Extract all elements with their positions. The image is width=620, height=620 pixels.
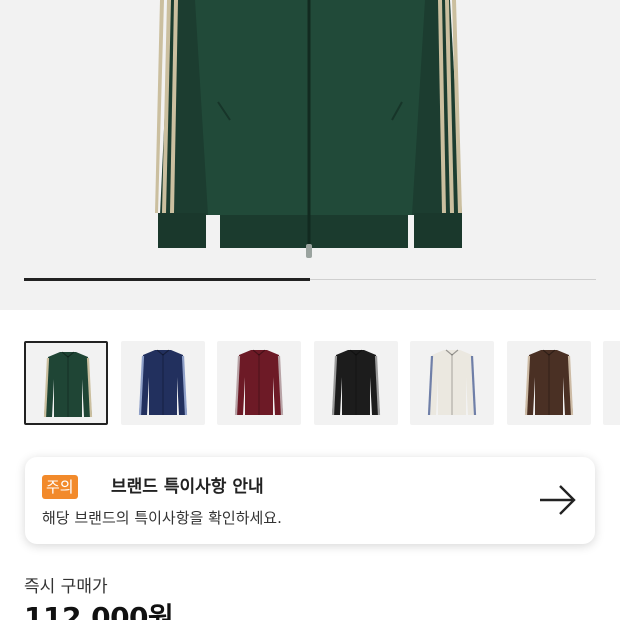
jacket-thumbnail <box>427 349 477 416</box>
color-thumbnail-2[interactable] <box>120 341 205 425</box>
product-image-carousel[interactable] <box>0 0 620 310</box>
color-thumbnail-3[interactable] <box>217 341 301 425</box>
arrow-right-icon[interactable] <box>539 483 577 517</box>
jacket-thumbnail <box>524 349 573 416</box>
notice-title: 브랜드 특이사항 안내 <box>111 477 264 497</box>
instant-buy-price: 112,000원 <box>24 601 174 620</box>
color-thumbnail-5[interactable] <box>410 341 494 425</box>
color-thumbnail-4[interactable] <box>313 341 398 425</box>
color-thumbnail-6[interactable] <box>506 341 591 425</box>
jacket-thumbnail <box>43 351 93 418</box>
jacket-thumbnail <box>331 349 380 416</box>
jacket-thumbnail <box>234 349 284 416</box>
carousel-progress-track <box>24 278 596 281</box>
caution-badge: 주의 <box>42 475 78 499</box>
color-variant-thumbnails <box>24 341 620 425</box>
carousel-progress-indicator <box>24 278 310 281</box>
instant-buy-price-label: 즉시 구매가 <box>24 577 108 597</box>
color-thumbnail-partial[interactable] <box>603 341 620 425</box>
color-thumbnail-1[interactable] <box>24 341 108 425</box>
jacket-image <box>155 0 462 258</box>
notice-description: 해당 브랜드의 특이사항을 확인하세요. <box>42 509 282 527</box>
brand-notice-card[interactable]: 주의 브랜드 특이사항 안내 해당 브랜드의 특이사항을 확인하세요. <box>25 457 595 544</box>
jacket-thumbnail <box>138 349 187 416</box>
